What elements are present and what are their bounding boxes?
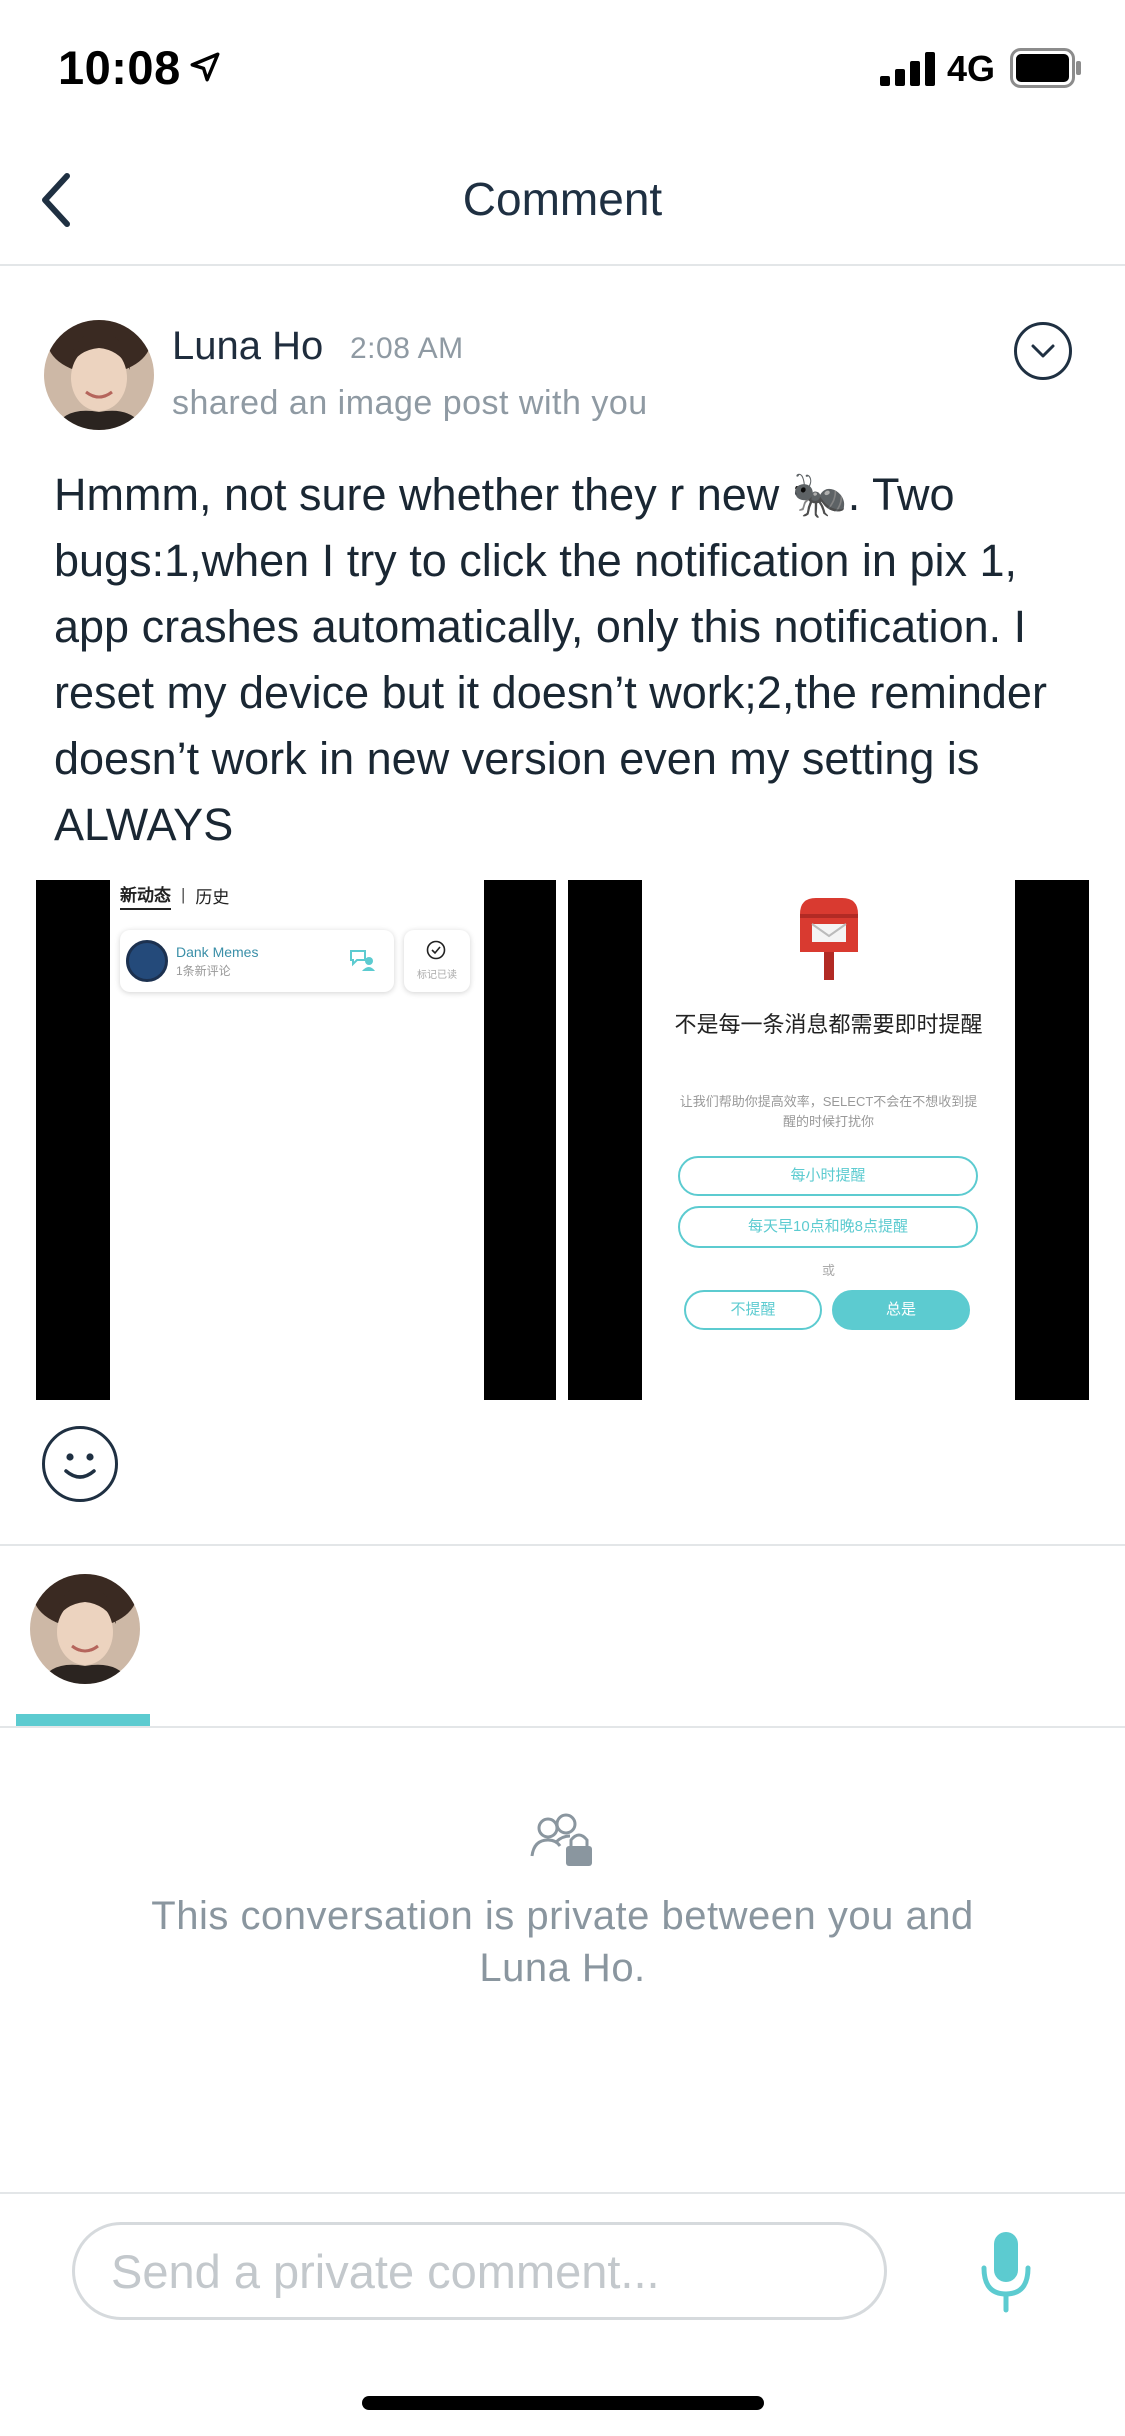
option-hourly: 每小时提醒 <box>678 1156 978 1196</box>
reminder-title: 不是每一条消息都需要即时提醒 <box>674 1012 983 1037</box>
battery-icon <box>1010 48 1081 88</box>
home-indicator <box>362 2396 764 2410</box>
divider <box>0 2192 1125 2194</box>
dank-memes-logo <box>126 940 168 982</box>
notification-name: Dank Memes <box>176 944 259 960</box>
post-body: Hmmm, not sure whether they r new 🐜. Two… <box>54 469 1047 850</box>
post-image-1[interactable]: 新动态 | 历史 Dank Memes 1条新评论 标记已读 <box>36 880 556 1400</box>
option-daily: 每天早10点和晚8点提醒 <box>678 1206 978 1248</box>
chat-users-icon <box>350 950 375 971</box>
mailbox-icon <box>800 898 858 980</box>
status-time: 10:08 <box>58 41 181 94</box>
divider <box>0 1544 1125 1546</box>
mark-read-label: 标记已读 <box>417 970 457 981</box>
active-participant-indicator <box>16 1714 150 1726</box>
participant-avatar[interactable] <box>30 1574 140 1684</box>
tab-separator: | <box>181 885 186 904</box>
location-arrow-icon <box>190 52 220 82</box>
post-subtitle: shared an image post with you <box>172 384 648 422</box>
screenshot-notification-card: Dank Memes 1条新评论 <box>120 930 394 992</box>
users-lock-icon <box>530 1813 592 1866</box>
post-time: 2:08 AM <box>350 332 464 365</box>
option-never: 不提醒 <box>684 1290 822 1330</box>
private-comment-input[interactable] <box>72 2222 887 2320</box>
post-image-2[interactable]: 不是每一条消息都需要即时提醒 让我们帮助你提高效率，SELECT不会在不想收到提… <box>568 880 1089 1400</box>
or-label: 或 <box>821 1263 835 1278</box>
microphone-icon[interactable] <box>978 2230 1034 2314</box>
nav-bar: Comment <box>0 132 1125 266</box>
divider <box>0 1726 1125 1728</box>
notification-sub: 1条新评论 <box>176 964 231 978</box>
status-bar: 10:08 4G <box>0 0 1125 132</box>
add-reaction-button[interactable] <box>42 1426 118 1502</box>
screenshot-tab-new: 新动态 <box>120 881 171 910</box>
chevron-down-icon <box>1031 344 1055 358</box>
page-title: Comment <box>462 173 663 225</box>
screenshot-reminder-settings: 不是每一条消息都需要即时提醒 让我们帮助你提高效率，SELECT不会在不想收到提… <box>642 880 1015 1400</box>
screenshot-tabs: 新动态 | 历史 <box>120 880 229 910</box>
author-avatar[interactable] <box>44 320 154 430</box>
option-always: 总是 <box>832 1290 970 1330</box>
smiley-face-icon <box>64 1453 96 1479</box>
reminder-description: 让我们帮助你提高效率，SELECT不会在不想收到提醒的时候打扰你 <box>679 1094 978 1129</box>
author-name[interactable]: Luna Ho <box>172 324 323 369</box>
signal-icon <box>880 52 935 86</box>
check-circle-icon <box>426 940 446 960</box>
network-label: 4G <box>947 48 996 89</box>
screenshot-notifications: 新动态 | 历史 Dank Memes 1条新评论 标记已读 <box>110 880 484 1400</box>
screenshot-mark-read-card: 标记已读 <box>404 930 470 992</box>
privacy-notice: This conversation is private between you… <box>151 1894 974 1990</box>
post-header: Luna Ho 2:08 AM shared an image post wit… <box>0 300 1125 440</box>
post-menu-button[interactable] <box>1014 322 1072 380</box>
screenshot-tab-history: 历史 <box>195 887 230 907</box>
